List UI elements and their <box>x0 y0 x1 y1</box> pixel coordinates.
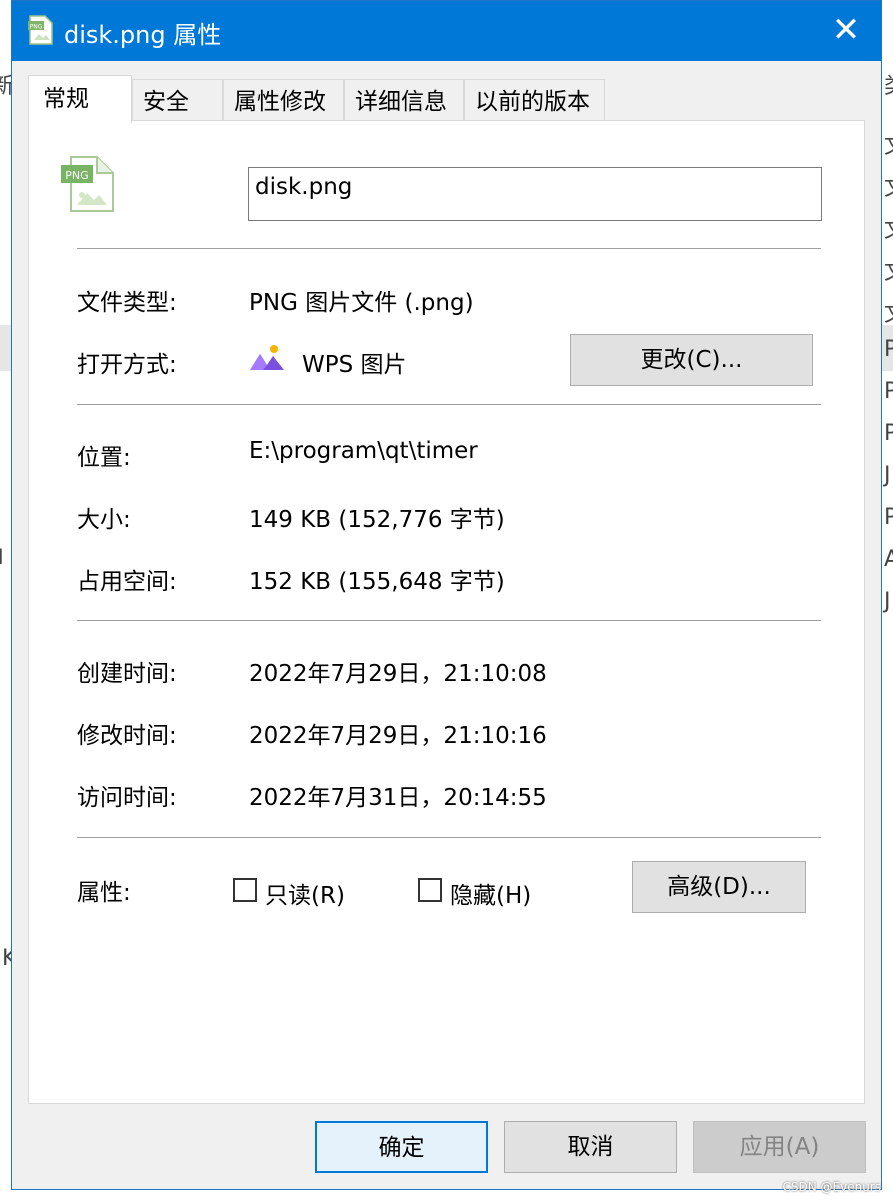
attributes-label: 属性: <box>77 880 131 906</box>
background-text: A <box>884 547 893 572</box>
modified-label: 修改时间: <box>77 723 177 749</box>
modified-value: 2022年7月29日，21:10:16 <box>249 723 547 749</box>
cancel-button[interactable]: 取消 <box>504 1121 677 1173</box>
watermark: CSDN @Evenurs <box>782 1180 882 1194</box>
change-button-label: 更改(C)... <box>640 347 743 373</box>
separator <box>77 620 821 621</box>
png-file-large-icon: PNG <box>61 156 114 212</box>
change-app-button[interactable]: 更改(C)... <box>570 334 813 386</box>
background-text: P <box>884 379 893 404</box>
tab-security[interactable]: 安全 <box>132 79 223 121</box>
background-row-highlight <box>0 325 11 371</box>
readonly-label[interactable]: 只读(R) <box>265 876 345 910</box>
background-text: 文 <box>884 128 893 160</box>
general-panel: PNG disk.png 文件类型: PNG 图片文件 (.png) 打开方式:… <box>28 120 865 1104</box>
separator <box>77 248 821 249</box>
close-button[interactable]: ✕ <box>811 1 881 61</box>
png-file-icon: PNG <box>28 15 53 45</box>
advanced-button-label: 高级(D)... <box>667 874 771 900</box>
svg-text:PNG: PNG <box>30 24 43 31</box>
created-label: 创建时间: <box>77 661 177 687</box>
background-text: l <box>0 545 4 569</box>
readonly-checkbox[interactable] <box>233 878 257 902</box>
background-text: 文 <box>884 296 893 328</box>
file-name-field[interactable]: disk.png <box>248 167 822 221</box>
size-value: 149 KB (152,776 字节) <box>249 507 505 533</box>
title-bar[interactable]: PNG disk.png 属性 ✕ <box>12 1 881 61</box>
size-label: 大小: <box>77 507 131 533</box>
background-text: 文 <box>884 212 893 244</box>
size-on-disk-label: 占用空间: <box>77 569 177 595</box>
wps-picture-icon <box>250 345 284 370</box>
separator <box>77 404 821 405</box>
size-on-disk-value: 152 KB (155,648 字节) <box>249 569 505 595</box>
background-text: 文 <box>884 254 893 286</box>
tab-general[interactable]: 常规 <box>28 75 132 123</box>
background-text: P <box>884 421 893 446</box>
file-type-label: 文件类型: <box>77 290 177 316</box>
properties-dialog: PNG disk.png 属性 ✕ 常规 安全 属性修改 详细信息 以前的版本 … <box>11 0 882 1190</box>
background-text: J <box>884 463 891 488</box>
tab-previous-versions[interactable]: 以前的版本 <box>464 79 605 121</box>
ok-button[interactable]: 确定 <box>315 1121 488 1173</box>
background-text: 类 <box>884 68 893 100</box>
separator <box>77 837 821 838</box>
location-value: E:\program\qt\timer <box>249 438 478 464</box>
background-text: 文 <box>884 170 893 202</box>
accessed-label: 访问时间: <box>77 785 177 811</box>
advanced-button[interactable]: 高级(D)... <box>632 861 806 913</box>
hidden-label[interactable]: 隐藏(H) <box>450 876 531 910</box>
background-text: P <box>884 337 893 362</box>
window-title: disk.png 属性 <box>64 21 222 49</box>
hidden-checkbox[interactable] <box>418 878 442 902</box>
created-value: 2022年7月29日，21:10:08 <box>249 661 547 687</box>
accessed-value: 2022年7月31日，20:14:55 <box>249 785 547 811</box>
open-with-value: WPS 图片 <box>302 352 407 378</box>
location-label: 位置: <box>77 445 131 471</box>
file-type-value: PNG 图片文件 (.png) <box>249 290 474 316</box>
open-with-label: 打开方式: <box>77 352 177 378</box>
png-icon-text: PNG <box>65 169 88 182</box>
tab-details[interactable]: 详细信息 <box>344 79 464 121</box>
background-text: P <box>884 505 893 530</box>
background-text: J <box>884 589 891 614</box>
apply-button[interactable]: 应用(A) <box>693 1121 866 1173</box>
tab-attribute-edit[interactable]: 属性修改 <box>223 79 344 121</box>
